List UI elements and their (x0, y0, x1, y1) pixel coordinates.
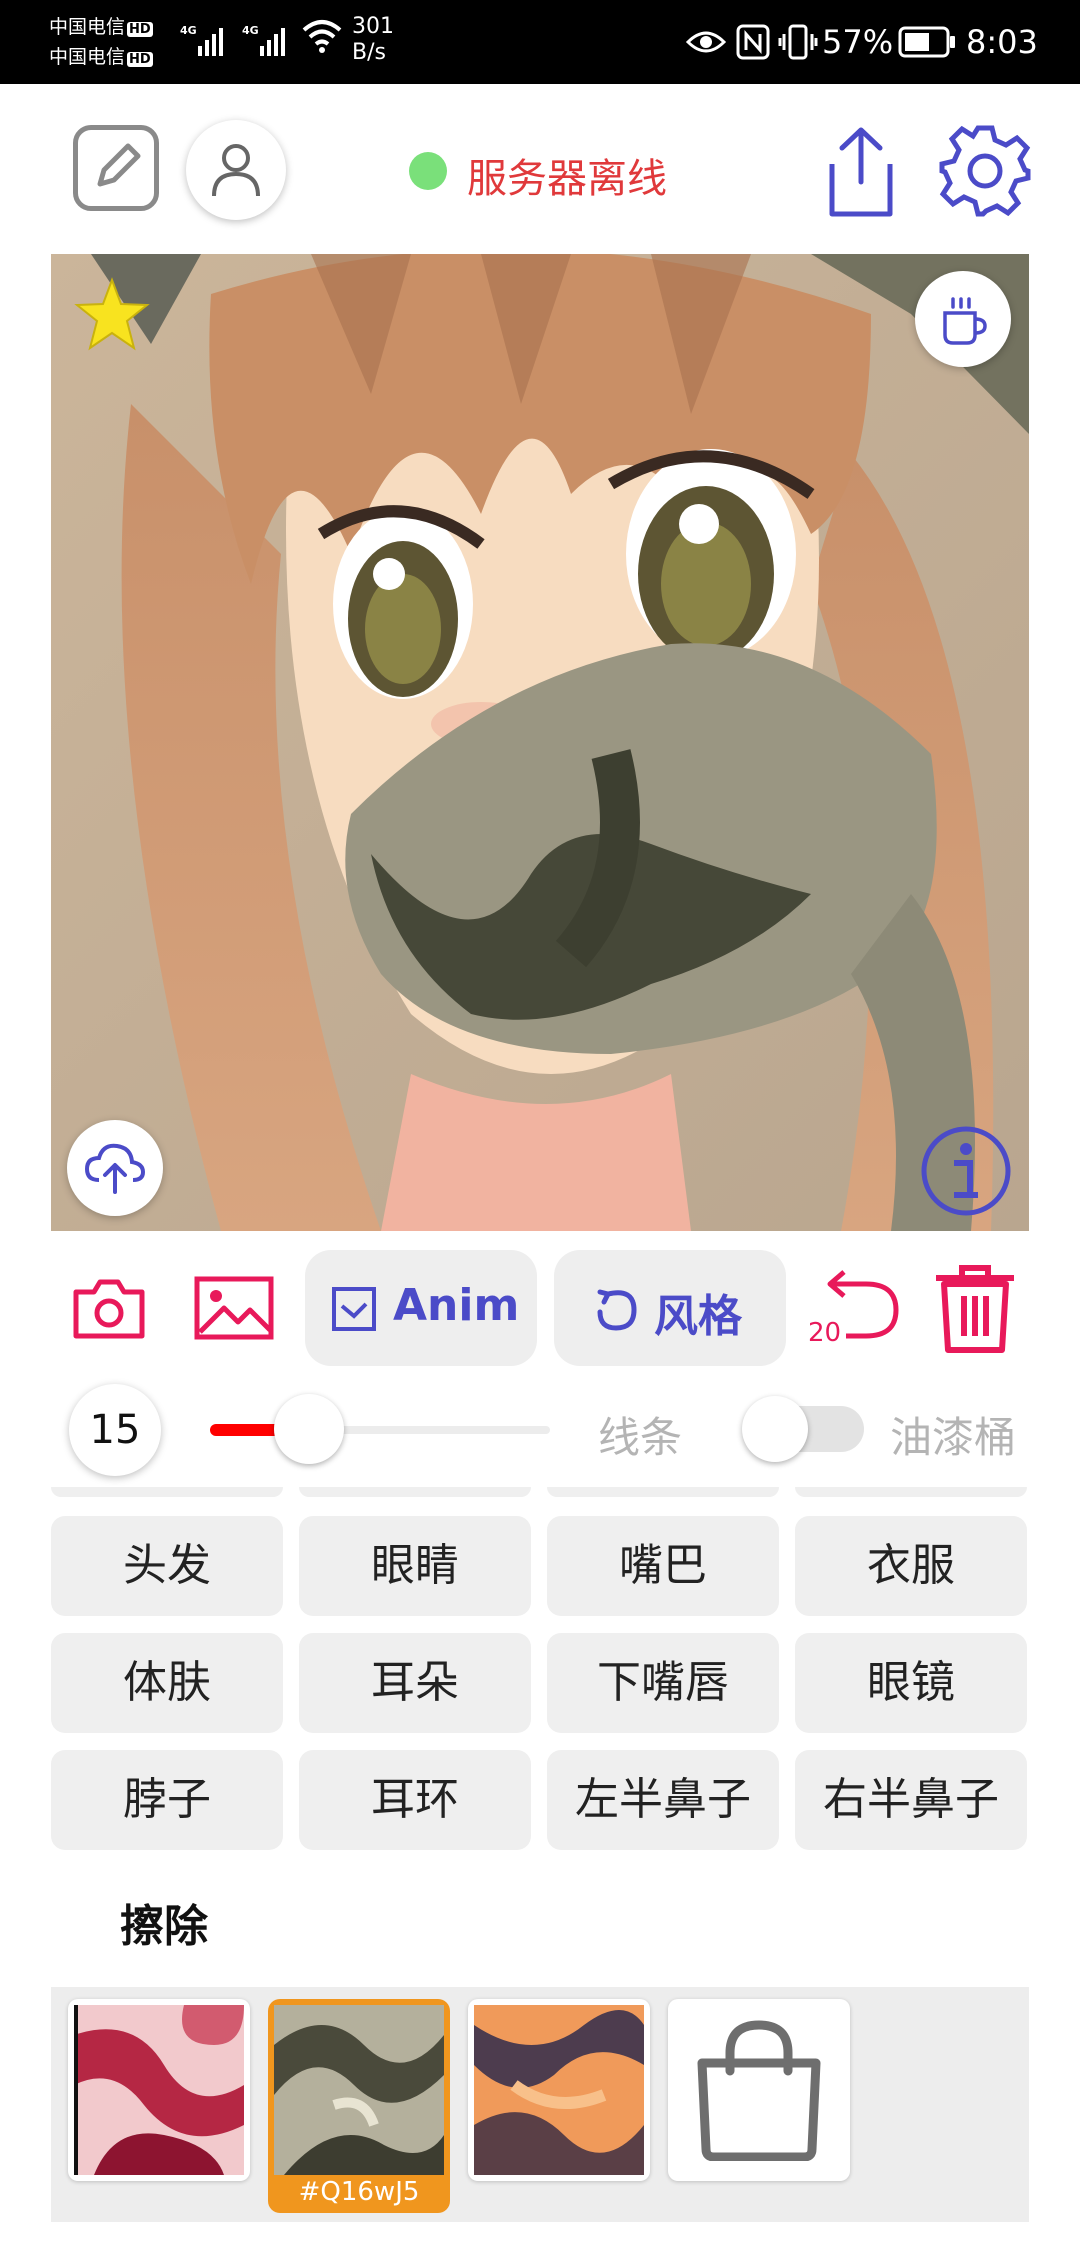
server-status-dot (409, 152, 447, 190)
battery-percent: 57% (822, 23, 894, 61)
anim-button[interactable]: Anim (305, 1250, 537, 1366)
shop-button[interactable] (668, 1999, 850, 2181)
category-mouth[interactable]: 嘴巴 (547, 1516, 779, 1616)
signal-icon: 4G 4G (180, 18, 320, 64)
style-label: 风格 (654, 1291, 742, 1342)
image-icon (194, 1276, 274, 1340)
category-eyes[interactable]: 眼睛 (299, 1516, 531, 1616)
toggle-knob (742, 1396, 808, 1462)
clock: 8:03 (966, 23, 1038, 61)
category-hair[interactable]: 头发 (51, 1516, 283, 1616)
category-neck[interactable]: 脖子 (51, 1750, 283, 1850)
artwork-canvas[interactable] (51, 254, 1029, 1231)
user-button[interactable] (186, 120, 286, 220)
share-button[interactable] (818, 124, 904, 224)
cloud-upload-icon (85, 1143, 145, 1194)
bucket-toggle[interactable] (742, 1396, 864, 1462)
nfc-icon (736, 24, 770, 64)
swatch-1-preview (74, 2005, 244, 2175)
category-left-nose[interactable]: 左半鼻子 (547, 1750, 779, 1850)
swatch-1[interactable] (68, 1999, 250, 2181)
erase-button[interactable]: 擦除 (120, 1890, 208, 1954)
anime-portrait (51, 254, 1029, 1231)
category-glasses[interactable]: 眼镜 (795, 1633, 1027, 1733)
swatch-3-preview (474, 2005, 644, 2175)
star-icon[interactable] (73, 276, 151, 354)
checkbox-icon (332, 1287, 376, 1331)
camera-button[interactable] (72, 1276, 146, 1344)
slider-thumb[interactable] (273, 1394, 344, 1464)
battery-icon (898, 26, 956, 62)
clear-button[interactable] (932, 1262, 1018, 1358)
svg-text:4G: 4G (180, 24, 197, 37)
carrier-1: 中国电信 (49, 16, 126, 38)
paint-bucket-label: 油漆桶 (890, 1413, 1017, 1462)
net-speed-value: 301 (352, 14, 394, 39)
share-icon (829, 127, 893, 217)
style-button[interactable]: 风格 (554, 1250, 786, 1366)
svg-text:4G: 4G (242, 24, 259, 37)
brush-size-slider[interactable] (210, 1394, 550, 1464)
upload-button[interactable] (67, 1120, 163, 1216)
swatch-2-selected[interactable]: #Q16wJ5 (268, 1999, 450, 2213)
line-mode-label: 线条 (598, 1413, 683, 1462)
eye-icon (685, 24, 727, 64)
gear-icon (939, 125, 1031, 217)
category-clothes[interactable]: 衣服 (795, 1516, 1027, 1616)
undo-count: 20 (808, 1318, 842, 1348)
server-status-text: 服务器离线 (467, 156, 667, 202)
camera-icon (73, 1279, 145, 1339)
swatch-2-preview (274, 2005, 444, 2175)
style-swatch-tray: #Q16wJ5 (51, 1987, 1029, 2222)
undo-button[interactable]: 20 (806, 1268, 902, 1352)
wifi-icon (300, 18, 344, 60)
bag-icon (697, 2020, 821, 2161)
category-lower-lip[interactable]: 下嘴唇 (547, 1633, 779, 1733)
settings-button[interactable] (938, 124, 1032, 222)
category-ears[interactable]: 耳朵 (299, 1633, 531, 1733)
category-skin[interactable]: 体肤 (51, 1633, 283, 1733)
status-bar: 中国电信 HD 中国电信 HD 4G 4G 301 B/s 57% 8:03 (0, 0, 1080, 84)
edit-button[interactable] (73, 125, 159, 211)
user-icon (212, 144, 260, 197)
trash-icon (936, 1265, 1014, 1353)
refresh-icon (597, 1289, 637, 1331)
coffee-icon (943, 297, 987, 345)
anim-label: Anim (393, 1280, 520, 1331)
coffee-button[interactable] (915, 271, 1011, 367)
carrier-2: 中国电信 (49, 46, 126, 68)
net-speed-unit: B/s (352, 40, 386, 65)
edit-icon (97, 143, 141, 187)
swatch-3[interactable] (468, 1999, 650, 2181)
info-icon (921, 1126, 1011, 1216)
category-right-nose[interactable]: 右半鼻子 (795, 1750, 1027, 1850)
swatch-2-label: #Q16wJ5 (298, 2177, 420, 2207)
brush-size-display[interactable]: 15 (69, 1384, 161, 1476)
category-earrings[interactable]: 耳环 (299, 1750, 531, 1850)
vibrate-icon (778, 22, 818, 66)
info-button[interactable] (920, 1125, 1012, 1221)
gallery-button[interactable] (194, 1276, 274, 1344)
